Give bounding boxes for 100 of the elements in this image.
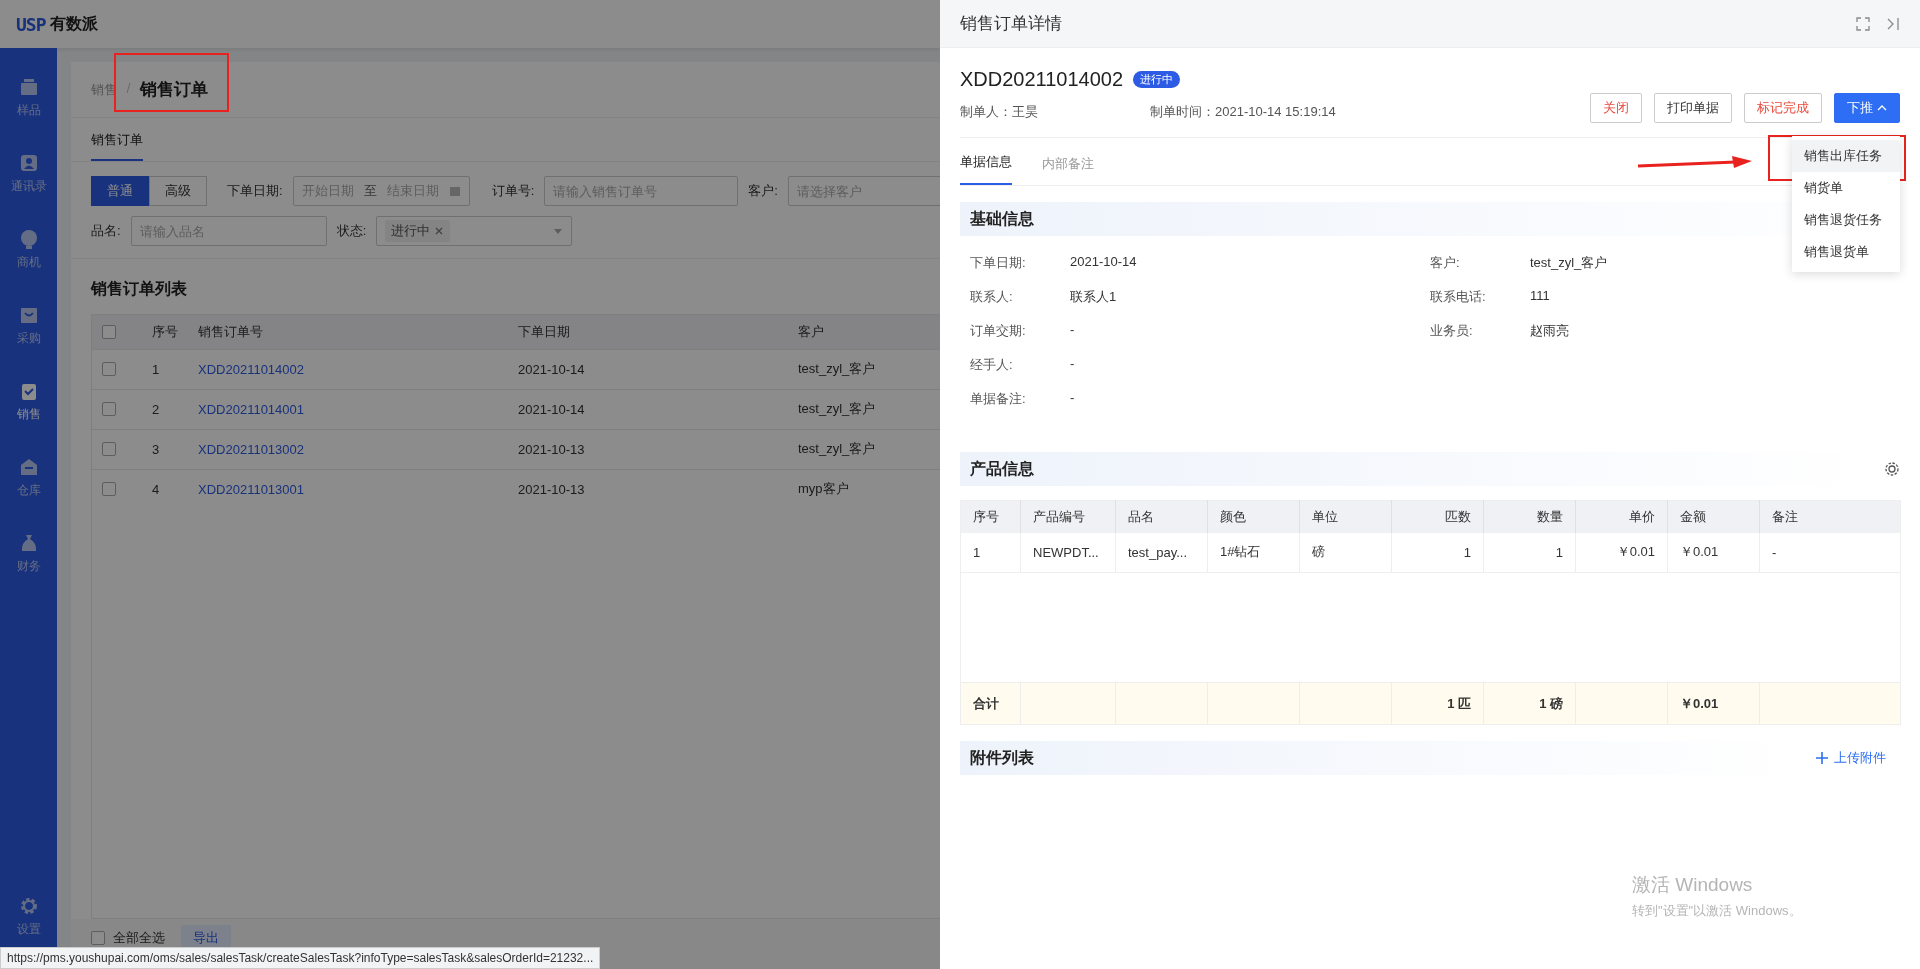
expand-icon[interactable] [1856,16,1870,31]
action-button[interactable]: 标记完成 [1744,93,1822,123]
menu-item[interactable]: 销售退货单 [1792,236,1900,268]
table-cell: 2021-10-14 [508,349,788,389]
logo-mark: USP [16,13,46,35]
settings-icon[interactable] [1884,461,1900,477]
arrow-icon [1636,155,1754,169]
table-cell: 1 [1391,532,1484,573]
field-label: 经手人: [970,356,1014,374]
table-cell: 合计 [960,682,1021,725]
table-cell: NEWPDT... [1020,532,1116,573]
table-cell: ￥0.01 [1667,532,1760,573]
status-badge: 进行中 [1133,71,1181,88]
table-cell: test_pay... [1115,532,1208,573]
column-header: 颜色 [1207,500,1300,533]
upload-link[interactable]: 上传附件 [1802,749,1900,767]
field-value: - [1070,356,1075,373]
checkbox[interactable] [91,931,105,945]
status-tag: 进行中 [385,220,451,242]
checkbox-label: 全部全选 [113,929,165,947]
field-value: - [1070,390,1075,407]
action-button[interactable]: 打印单据 [1654,93,1732,123]
column-header: 金额 [1667,500,1760,533]
table-cell: - [1759,532,1901,573]
field-value: test_zyl_客户 [1530,254,1608,272]
mode-toggle[interactable]: 普通 [91,176,149,206]
column-header: 序号 [142,315,188,349]
checkbox[interactable] [102,442,116,456]
activation-subtitle: 转到"设置"以激活 Windows。 [1632,902,1802,920]
table-cell: 磅 [1299,532,1392,573]
field-label: 订单号: [491,182,535,200]
menu-item[interactable]: 销售退货任务 [1792,204,1900,236]
field-label: 客户: [1430,254,1461,272]
field-label: 品名: [91,222,121,240]
table-cell: 2021-10-13 [508,429,788,469]
close-icon[interactable] [434,226,445,236]
tab[interactable]: 内部备注 [1042,155,1094,185]
field-label: 单据备注: [970,390,1027,408]
column-header: 单价 [1575,500,1668,533]
column-header: 产品编号 [1020,500,1116,533]
sidebar-item[interactable]: 样品 [0,74,57,150]
order-link[interactable]: XDD20211013001 [188,469,508,509]
column-header: 序号 [960,500,1021,533]
column-header: 下单日期 [508,315,788,349]
status-select[interactable]: 进行中 [376,216,573,246]
tab[interactable]: 单据信息 [960,153,1012,185]
field-value: 2021-10-14 [1070,254,1137,271]
checkbox[interactable] [102,324,116,339]
order-link[interactable]: XDD20211013002 [188,429,508,469]
mode-toggle[interactable]: 高级 [149,176,207,206]
field-label: 下单日期: [970,254,1027,272]
sidebar-item[interactable]: 通讯录 [0,150,57,226]
menu-item[interactable]: 销货单 [1792,172,1900,204]
table-cell: 1 [960,532,1021,573]
column-header: 客户 [788,315,940,349]
table-cell: 1#钻石 [1207,532,1300,573]
checkbox[interactable] [102,362,116,376]
section-title: 销售订单列表 [89,279,188,299]
field-value: 赵雨亮 [1530,322,1569,340]
table-cell: 4 [142,469,188,509]
column-header: 备注 [1759,500,1901,533]
order-number: XDD20211014002 [960,68,1124,91]
column-header: 单位 [1299,500,1392,533]
field-label: 客户: [748,182,778,200]
table-cell: 1 [142,349,188,389]
field-label: 状态: [336,222,367,240]
field-label: 联系电话: [1430,288,1487,306]
column-header: 匹数 [1391,500,1484,533]
caret-icon [553,226,564,236]
column-header: 销售订单号 [188,315,508,349]
table-cell: ￥0.01 [1667,682,1760,725]
created-time-text: 制单时间：2021-10-14 15:19:14 [1150,103,1337,121]
column-header: 品名 [1115,500,1208,533]
checkbox[interactable] [102,402,116,416]
creator-text: 制单人：王昊 [960,103,1039,121]
drawer-title: 销售订单详情 [960,13,1063,35]
field-label: 下单日期: [227,182,283,200]
sidebar-item[interactable]: 采购 [0,302,57,378]
order-link[interactable]: XDD20211014001 [188,389,508,429]
menu-item[interactable]: 销售出库任务 [1792,140,1900,172]
logo-text: 有数派 [49,13,98,34]
field-value: 联系人1 [1070,288,1117,306]
sidebar-item[interactable]: 销售 [0,378,57,454]
field-label: 业务员: [1430,322,1474,340]
collapse-icon[interactable] [1886,16,1900,31]
sidebar-item[interactable]: 商机 [0,226,57,302]
table-cell: ￥0.01 [1575,532,1668,573]
plus-icon [1816,752,1828,764]
push-dropdown-button[interactable]: 下推 [1834,93,1900,123]
slash-icon [125,81,132,95]
sidebar-item[interactable]: 财务 [0,530,57,606]
field-value: - [1070,322,1075,339]
page-tab[interactable]: 销售订单 [91,131,143,161]
checkbox[interactable] [102,482,116,497]
order-link[interactable]: XDD20211014002 [188,349,508,389]
column-header: 数量 [1483,500,1576,533]
table-cell: 1 [1483,532,1576,573]
activation-title: 激活 Windows [1632,873,1754,897]
action-button[interactable]: 关闭 [1590,93,1642,123]
sidebar-item[interactable]: 仓库 [0,454,57,530]
